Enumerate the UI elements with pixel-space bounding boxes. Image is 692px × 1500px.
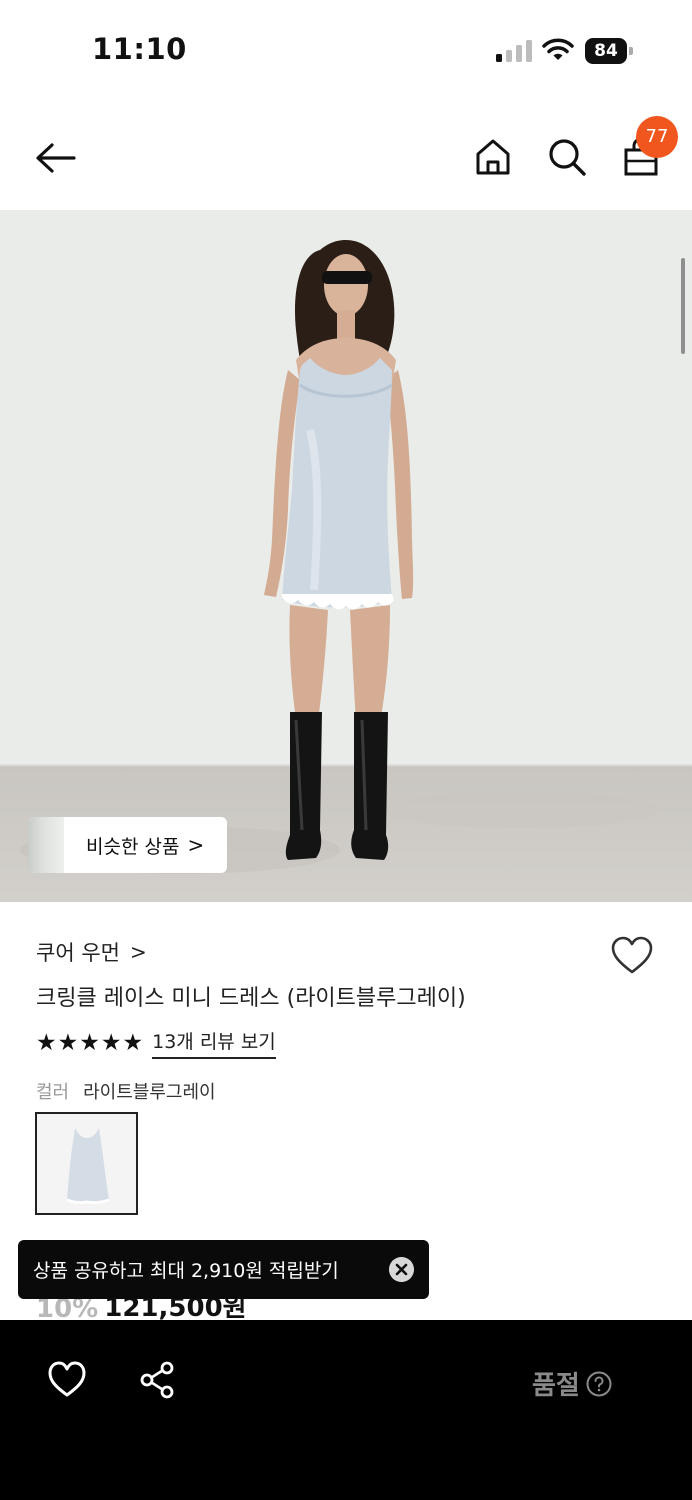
star-rating: ★ ★ ★ ★ ★ <box>36 1029 144 1057</box>
soldout-status: 품절 <box>532 1365 612 1402</box>
similar-products-label: 비슷한 상품 <box>86 835 180 858</box>
view-reviews-link[interactable]: 13개 리뷰 보기 <box>152 1027 276 1059</box>
toast-message: 상품 공유하고 최대 2,910원 적립받기 <box>33 1260 339 1282</box>
share-reward-toast[interactable]: 상품 공유하고 최대 2,910원 적립받기 <box>18 1240 429 1299</box>
wifi-icon <box>542 38 574 60</box>
color-row: 컬러 라이트블루그레이 <box>36 1078 216 1104</box>
star-icon: ★ <box>57 1030 79 1056</box>
soldout-label: 품절 <box>532 1371 580 1401</box>
signal-icon <box>496 40 532 62</box>
heart-icon[interactable] <box>47 1360 87 1400</box>
help-circle-icon[interactable] <box>586 1371 612 1397</box>
search-icon[interactable] <box>544 134 590 180</box>
top-navigation: 77 <box>0 110 692 206</box>
cart-count-badge: 77 <box>636 116 678 158</box>
color-swatch[interactable] <box>35 1112 138 1215</box>
brand-link[interactable]: 쿠어 우먼 > <box>36 937 147 967</box>
close-circle-icon[interactable] <box>389 1257 414 1282</box>
star-icon: ★ <box>100 1030 122 1056</box>
product-image[interactable] <box>0 210 692 902</box>
chevron-right-icon: > <box>187 833 205 857</box>
similar-product-thumbnail <box>28 817 64 873</box>
star-icon: ★ <box>79 1030 100 1056</box>
color-value: 라이트블루그레이 <box>83 1082 216 1103</box>
status-bar: 11:10 84 <box>0 0 692 100</box>
share-icon[interactable] <box>138 1361 176 1399</box>
battery-level: 84 <box>585 38 627 64</box>
dress-thumbnail <box>66 1128 110 1205</box>
model-photo <box>20 240 660 874</box>
status-time: 11:10 <box>92 32 187 66</box>
chevron-right-icon: > <box>129 940 147 964</box>
similar-products-button[interactable]: 비슷한 상품 > <box>28 817 227 873</box>
battery-icon: 84 <box>585 38 633 64</box>
bottom-action-bar: 품절 <box>0 1320 692 1500</box>
back-arrow-icon[interactable] <box>30 136 82 180</box>
home-icon[interactable] <box>470 134 516 180</box>
brand-name: 쿠어 우먼 <box>36 941 120 965</box>
rating-row: ★ ★ ★ ★ ★ 13개 리뷰 보기 <box>36 1027 276 1059</box>
scroll-indicator[interactable] <box>681 258 685 354</box>
heart-icon[interactable] <box>610 936 654 976</box>
star-icon: ★ <box>122 1030 144 1056</box>
product-title: 크링클 레이스 미니 드레스 (라이트블루그레이) <box>36 986 466 1011</box>
star-icon: ★ <box>36 1030 57 1056</box>
color-label: 컬러 <box>36 1082 70 1103</box>
